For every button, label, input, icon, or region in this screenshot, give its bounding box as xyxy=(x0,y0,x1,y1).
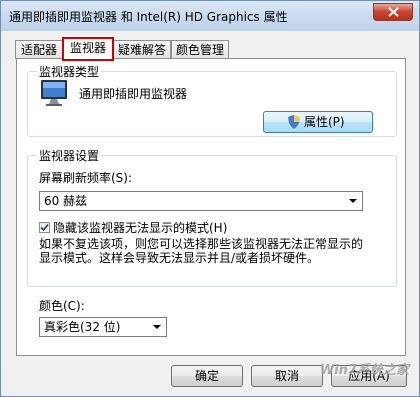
refresh-rate-label: 屏幕刷新频率(S): xyxy=(39,171,133,185)
refresh-rate-value: 60 赫兹 xyxy=(44,194,88,208)
refresh-rate-select[interactable]: 60 赫兹 xyxy=(39,191,363,211)
tab-panel-monitor: 监视器类型 通用即插即用监视器 属性(P) 监视器设置 屏幕刷新频率(S): 6… xyxy=(16,58,406,356)
close-button[interactable] xyxy=(373,3,413,21)
colors-label: 颜色(C): xyxy=(39,299,85,313)
shield-icon xyxy=(288,115,300,129)
colors-select[interactable]: 真彩色(32 位) xyxy=(39,317,167,337)
monitor-settings-title: 监视器设置 xyxy=(37,147,102,164)
hide-modes-checkbox[interactable] xyxy=(39,222,50,233)
tab-color-management[interactable]: 颜色管理 xyxy=(171,40,229,59)
tab-monitor[interactable]: 监视器 xyxy=(62,37,114,61)
hide-modes-description-2: 显示模式。这样会导致无法显示并且/或者损坏硬件。 xyxy=(39,251,320,265)
monitor-icon xyxy=(41,80,67,106)
chevron-down-icon xyxy=(349,199,357,203)
hide-modes-label[interactable]: 隐藏该监视器无法显示的模式(H) xyxy=(53,219,227,236)
cancel-button[interactable]: 取消 xyxy=(251,365,323,387)
colors-value: 真彩色(32 位) xyxy=(44,320,121,334)
watermark-logo: Win7系统之家 xyxy=(319,363,409,378)
properties-button[interactable]: 属性(P) xyxy=(263,111,373,133)
monitor-name: 通用即插即用监视器 xyxy=(79,87,188,101)
tab-adapter[interactable]: 适配器 xyxy=(15,40,63,59)
tab-troubleshoot[interactable]: 疑难解答 xyxy=(113,40,171,59)
window-title: 通用即插即用监视器 和 Intel(R) HD Graphics 属性 xyxy=(9,10,288,24)
ok-button[interactable]: 确定 xyxy=(171,365,243,387)
properties-dialog: 通用即插即用监视器 和 Intel(R) HD Graphics 属性 适配器 … xyxy=(0,0,420,397)
checkmark-icon xyxy=(40,223,49,232)
title-bar: 通用即插即用监视器 和 Intel(R) HD Graphics 属性 xyxy=(1,1,419,31)
close-icon xyxy=(388,7,399,17)
properties-label: 属性(P) xyxy=(304,115,345,129)
chevron-down-icon xyxy=(153,325,161,329)
